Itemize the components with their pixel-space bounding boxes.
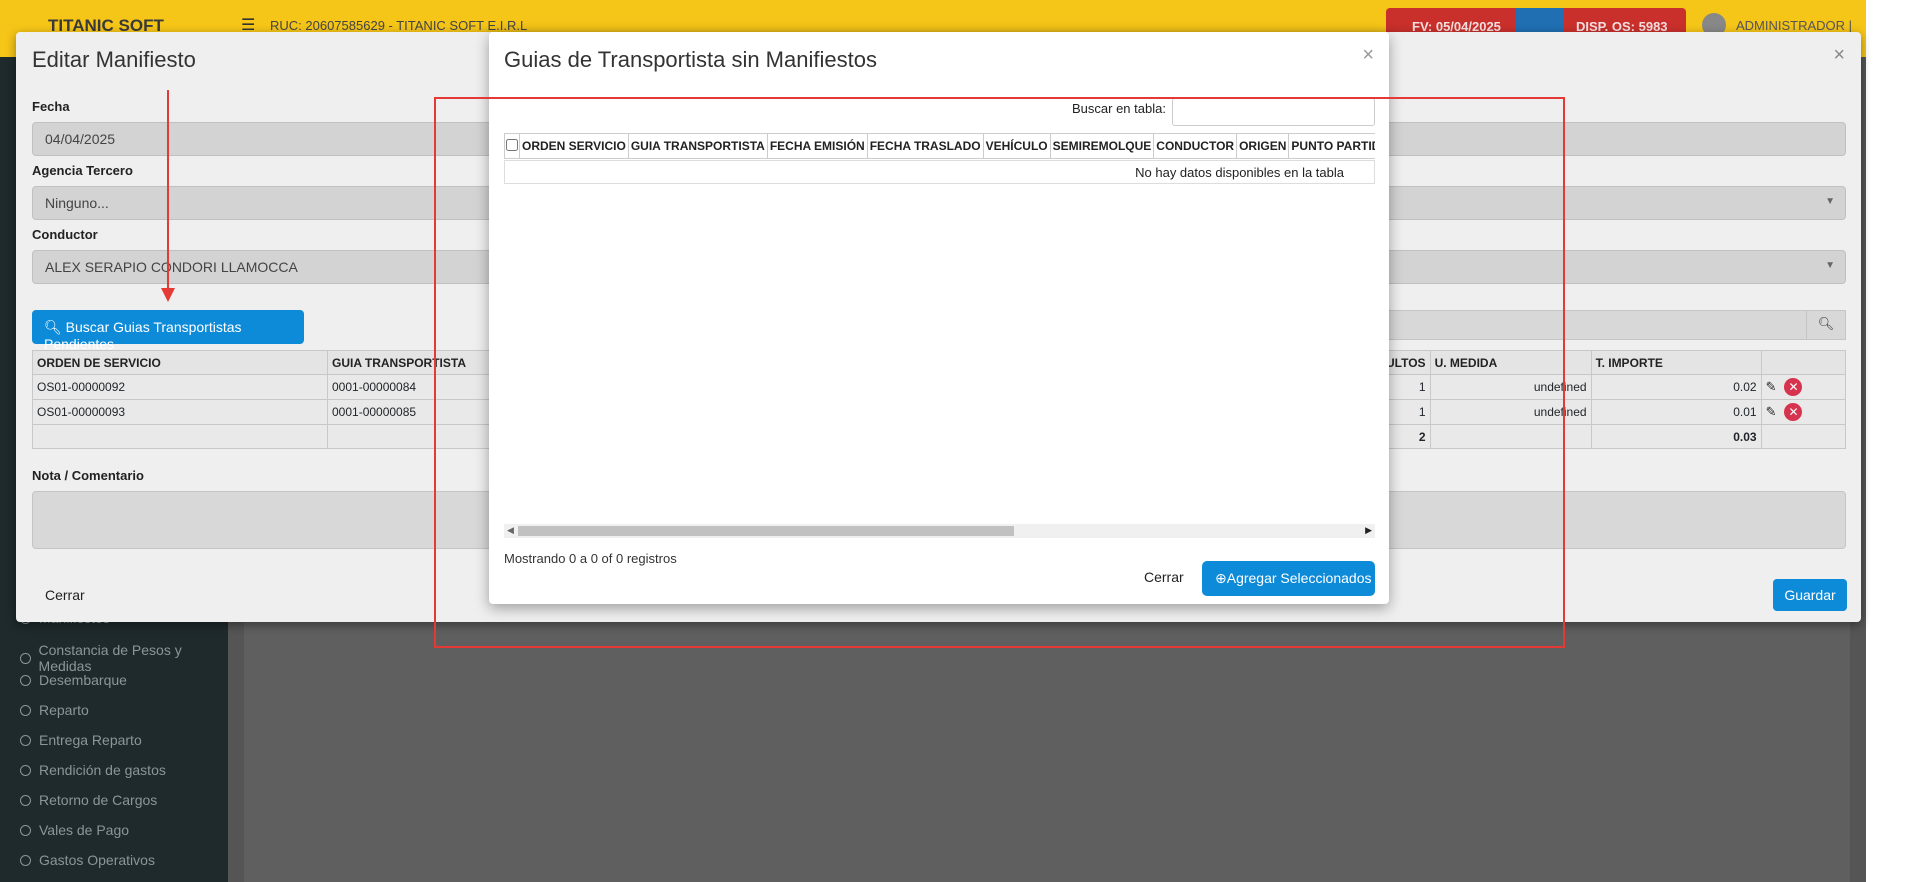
circle-icon [20,704,31,716]
nota-label: Nota / Comentario [32,468,144,483]
sidebar-item-label: Gastos Operativos [39,852,155,868]
delete-icon[interactable]: ✕ [1784,378,1803,396]
sidebar-item-desembarque[interactable]: Desembarque [20,672,127,688]
cell-orden: OS01-00000092 [32,374,328,400]
circle-icon [20,854,31,866]
table-info: Mostrando 0 a 0 of 0 registros [504,551,677,566]
pencil-icon[interactable]: ✎ [1766,379,1777,394]
search-input[interactable] [1172,98,1375,126]
scrollbar-thumb[interactable] [518,526,1014,536]
col-importe[interactable]: T. IMPORTE [1590,350,1762,375]
col-origen[interactable]: ORIGEN [1236,133,1290,159]
agencia-label: Agencia Tercero [32,163,133,178]
search-icon: 🔍︎ [1817,316,1835,331]
sidebar-item-label: Vales de Pago [39,822,130,838]
fecha-label: Fecha [32,99,70,114]
search-icon: 🔍︎ [44,319,62,335]
agregar-label: Agregar Seleccionados [1226,570,1372,586]
delete-icon[interactable]: ✕ [1784,403,1803,421]
buscar-guias-label: Buscar Guias Transportistas Pendientes [44,319,242,352]
sidebar-item-reparto[interactable]: Reparto [20,702,89,718]
circle-icon [20,734,31,746]
annotation-arrow-head [161,288,175,302]
total-importe: 0.03 [1590,424,1762,449]
col-actions [1760,350,1847,375]
sidebar-item-label: Constancia de Pesos y Medidas [38,642,182,674]
close-icon[interactable]: × [1833,44,1845,67]
conductor-label: Conductor [32,227,98,242]
scroll-right-icon[interactable]: ▶ [1365,525,1372,536]
horizontal-scrollbar[interactable]: ◀ ▶ [504,524,1375,538]
annotation-arrow-line [167,90,169,292]
modal-title: Editar Manifiesto [32,47,196,72]
select-all-cell [504,133,520,159]
chevron-down-icon: ▼ [1825,260,1835,271]
agregar-seleccionados-button[interactable]: ⊕Agregar Seleccionados [1202,561,1375,596]
circle-icon [20,652,31,664]
close-icon[interactable]: × [1362,44,1374,67]
circle-icon [20,764,31,776]
modal-title: Guias de Transportista sin Manifiestos [504,47,877,72]
circle-icon [20,794,31,806]
sidebar-item-vales[interactable]: Vales de Pago [20,822,129,838]
col-conductor[interactable]: CONDUCTOR [1153,133,1238,159]
col-fecha-emision[interactable]: FECHA EMISIÓN [766,133,868,159]
cell-empty [1429,424,1592,449]
cell-medida: undefined [1429,374,1592,400]
empty-message: No hay datos disponibles en la tabla [504,160,1375,184]
col-orden[interactable]: ORDEN DE SERVICIO [32,350,328,375]
sidebar-item-rendicion[interactable]: Rendición de gastos [20,762,166,778]
sidebar-item-entrega-reparto[interactable]: Entrega Reparto [20,732,142,748]
cell-empty [32,424,328,449]
search-button[interactable]: 🔍︎ [1806,310,1846,340]
col-vehiculo[interactable]: VEHÍCULO [982,133,1051,159]
select-all-checkbox[interactable] [506,138,518,151]
sidebar-item-retorno[interactable]: Retorno de Cargos [20,792,157,808]
guias-sin-manifiesto-modal: Guias de Transportista sin Manifiestos ×… [489,32,1389,604]
cell-importe: 0.01 [1590,399,1762,425]
sidebar-item-label: Retorno de Cargos [39,792,158,808]
search-label: Buscar en tabla: [1072,101,1166,116]
sidebar-item-gastos[interactable]: Gastos Operativos [20,852,155,868]
col-punto-partida[interactable]: PUNTO PARTIDA [1288,133,1375,159]
guardar-button[interactable]: Guardar [1773,579,1847,611]
col-orden-servicio[interactable]: ORDEN SERVICIO [519,133,629,159]
search-input[interactable] [1376,310,1824,340]
chevron-down-icon: ▼ [1825,196,1835,207]
cell-actions: ✎ ✕ [1760,374,1847,400]
fecha-value: 04/04/2025 [45,131,116,147]
sidebar-item-constancia[interactable]: Constancia de Pesos y Medidas [20,642,228,674]
cell-actions: ✎ ✕ [1760,399,1847,425]
sidebar-item-label: Reparto [39,702,89,718]
cell-orden: OS01-00000093 [32,399,328,425]
col-fecha-traslado[interactable]: FECHA TRASLADO [866,133,984,159]
cell-empty [1760,424,1847,449]
agencia-value: Ninguno... [45,195,109,211]
col-medida[interactable]: U. MEDIDA [1429,350,1592,375]
col-guia-transportista[interactable]: GUIA TRANSPORTISTA [627,133,768,159]
scroll-left-icon[interactable]: ◀ [507,525,514,536]
guias-table-wrapper: ORDEN SERVICIO GUIA TRANSPORTISTA FECHA … [504,133,1375,523]
table-header-row: ORDEN SERVICIO GUIA TRANSPORTISTA FECHA … [504,133,1375,159]
sidebar-item-label: Rendición de gastos [39,762,166,778]
buscar-guias-button[interactable]: 🔍︎ Buscar Guias Transportistas Pendiente… [32,310,304,352]
sidebar-item-label: Entrega Reparto [39,732,142,748]
circle-icon [20,674,31,686]
col-semiremolque[interactable]: SEMIREMOLQUE [1049,133,1155,159]
cerrar-button[interactable]: Cerrar [45,587,85,603]
circle-icon [20,824,31,836]
sidebar-item-label: Desembarque [39,672,127,688]
cell-importe: 0.02 [1590,374,1762,400]
ruc-text: RUC: 20607585629 - TITANIC SOFT E.I.R.L [270,18,528,33]
user-menu[interactable]: ADMINISTRADOR | [1736,18,1852,33]
page-scrollbar[interactable] [1866,0,1907,882]
cerrar-button[interactable]: Cerrar [1144,569,1184,585]
guias-table: ORDEN SERVICIO GUIA TRANSPORTISTA FECHA … [504,133,1375,159]
cell-medida: undefined [1429,399,1592,425]
pencil-icon[interactable]: ✎ [1766,404,1777,419]
conductor-value: ALEX SERAPIO CONDORI LLAMOCCA [45,259,298,275]
plus-circle-icon: ⊕ [1215,570,1227,586]
